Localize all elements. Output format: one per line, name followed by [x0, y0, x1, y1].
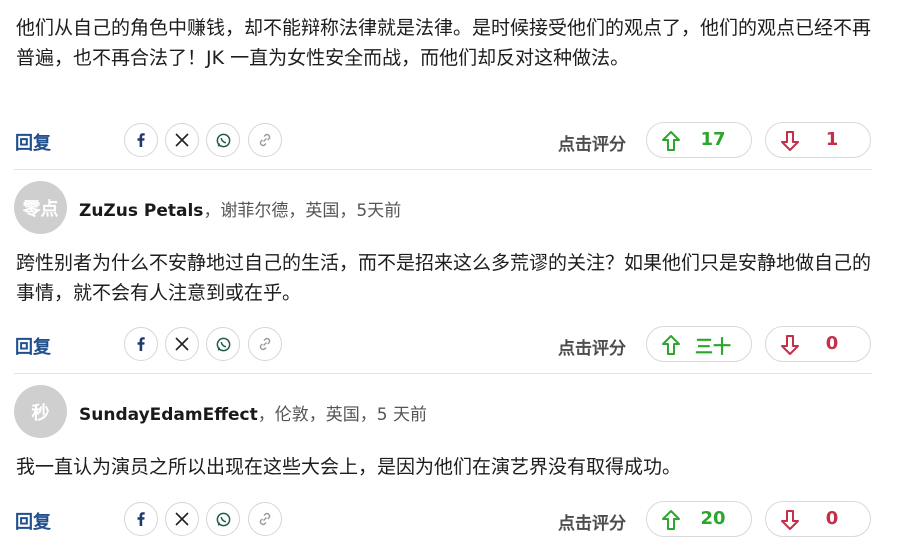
whatsapp-icon: [216, 512, 230, 526]
upvote-count: 17: [700, 129, 726, 150]
arrow-up-icon: [662, 131, 680, 151]
arrow-down-icon: [781, 510, 799, 530]
avatar[interactable]: 零点: [14, 181, 67, 234]
author-line: ZuZus Petals，谢菲尔德，英国，5天前: [79, 196, 401, 221]
author-meta: ，谢菲尔德，英国，5天前: [203, 201, 402, 221]
copy-link-button[interactable]: [248, 123, 282, 157]
downvote-button[interactable]: 0: [765, 501, 871, 537]
arrow-up-icon: [662, 335, 680, 355]
rate-label: 点击评分: [558, 514, 626, 534]
reply-button[interactable]: 回复: [15, 129, 51, 155]
upvote-button[interactable]: 17: [646, 122, 752, 158]
rate-label: 点击评分: [558, 339, 626, 359]
link-icon: [259, 133, 271, 147]
comment-body: 我一直认为演员之所以出现在这些大会上，是因为他们在演艺界没有取得成功。: [16, 456, 682, 478]
x-share-button[interactable]: [165, 123, 199, 157]
comment-body: 跨性别者为什么不安静地过自己的生活，而不是招来这么多荒谬的关注？如果他们只是安静…: [16, 252, 872, 304]
downvote-button[interactable]: 1: [765, 122, 871, 158]
divider: [14, 373, 872, 374]
author-meta: ，伦敦，英国，5 天前: [257, 405, 427, 425]
arrow-up-icon: [662, 510, 680, 530]
rate-label: 点击评分: [558, 135, 626, 155]
upvote-button[interactable]: 20: [646, 501, 752, 537]
whatsapp-icon: [216, 337, 230, 351]
comment-actions: 回复 点击评分 17 1: [0, 121, 880, 161]
author-name[interactable]: ZuZus Petals: [79, 201, 203, 221]
facebook-icon: [137, 337, 145, 351]
upvote-button[interactable]: 三十: [646, 326, 752, 362]
x-twitter-icon: [175, 512, 189, 526]
downvote-count: 0: [825, 333, 839, 354]
comment-header: 秒 SundayEdamEffect，伦敦，英国，5 天前: [14, 385, 894, 439]
x-twitter-icon: [175, 337, 189, 351]
facebook-share-button[interactable]: [124, 502, 158, 536]
arrow-down-icon: [781, 335, 799, 355]
link-icon: [259, 512, 271, 526]
upvote-count: 20: [700, 508, 726, 529]
x-share-button[interactable]: [165, 502, 199, 536]
comment-body: 他们从自己的角色中赚钱，却不能辩称法律就是法律。是时候接受他们的观点了，他们的观…: [16, 17, 872, 69]
downvote-count: 0: [825, 508, 839, 529]
facebook-icon: [137, 512, 145, 526]
upvote-count: 三十: [695, 337, 731, 358]
arrow-down-icon: [781, 131, 799, 151]
whatsapp-icon: [216, 133, 230, 147]
whatsapp-share-button[interactable]: [206, 123, 240, 157]
x-twitter-icon: [175, 133, 189, 147]
facebook-share-button[interactable]: [124, 123, 158, 157]
copy-link-button[interactable]: [248, 502, 282, 536]
comment-actions: 回复 点击评分 三十 0: [0, 325, 880, 365]
whatsapp-share-button[interactable]: [206, 327, 240, 361]
downvote-button[interactable]: 0: [765, 326, 871, 362]
author-line: SundayEdamEffect，伦敦，英国，5 天前: [79, 400, 427, 425]
reply-button[interactable]: 回复: [15, 508, 51, 534]
reply-button[interactable]: 回复: [15, 333, 51, 359]
facebook-icon: [137, 133, 145, 147]
whatsapp-share-button[interactable]: [206, 502, 240, 536]
comment-actions: 回复 点击评分 20 0: [0, 500, 880, 540]
downvote-count: 1: [825, 129, 839, 150]
divider: [14, 169, 872, 170]
copy-link-button[interactable]: [248, 327, 282, 361]
author-name[interactable]: SundayEdamEffect: [79, 405, 258, 425]
facebook-share-button[interactable]: [124, 327, 158, 361]
avatar[interactable]: 秒: [14, 385, 67, 438]
link-icon: [259, 337, 271, 351]
x-share-button[interactable]: [165, 327, 199, 361]
comment-header: 零点 ZuZus Petals，谢菲尔德，英国，5天前: [14, 181, 894, 235]
